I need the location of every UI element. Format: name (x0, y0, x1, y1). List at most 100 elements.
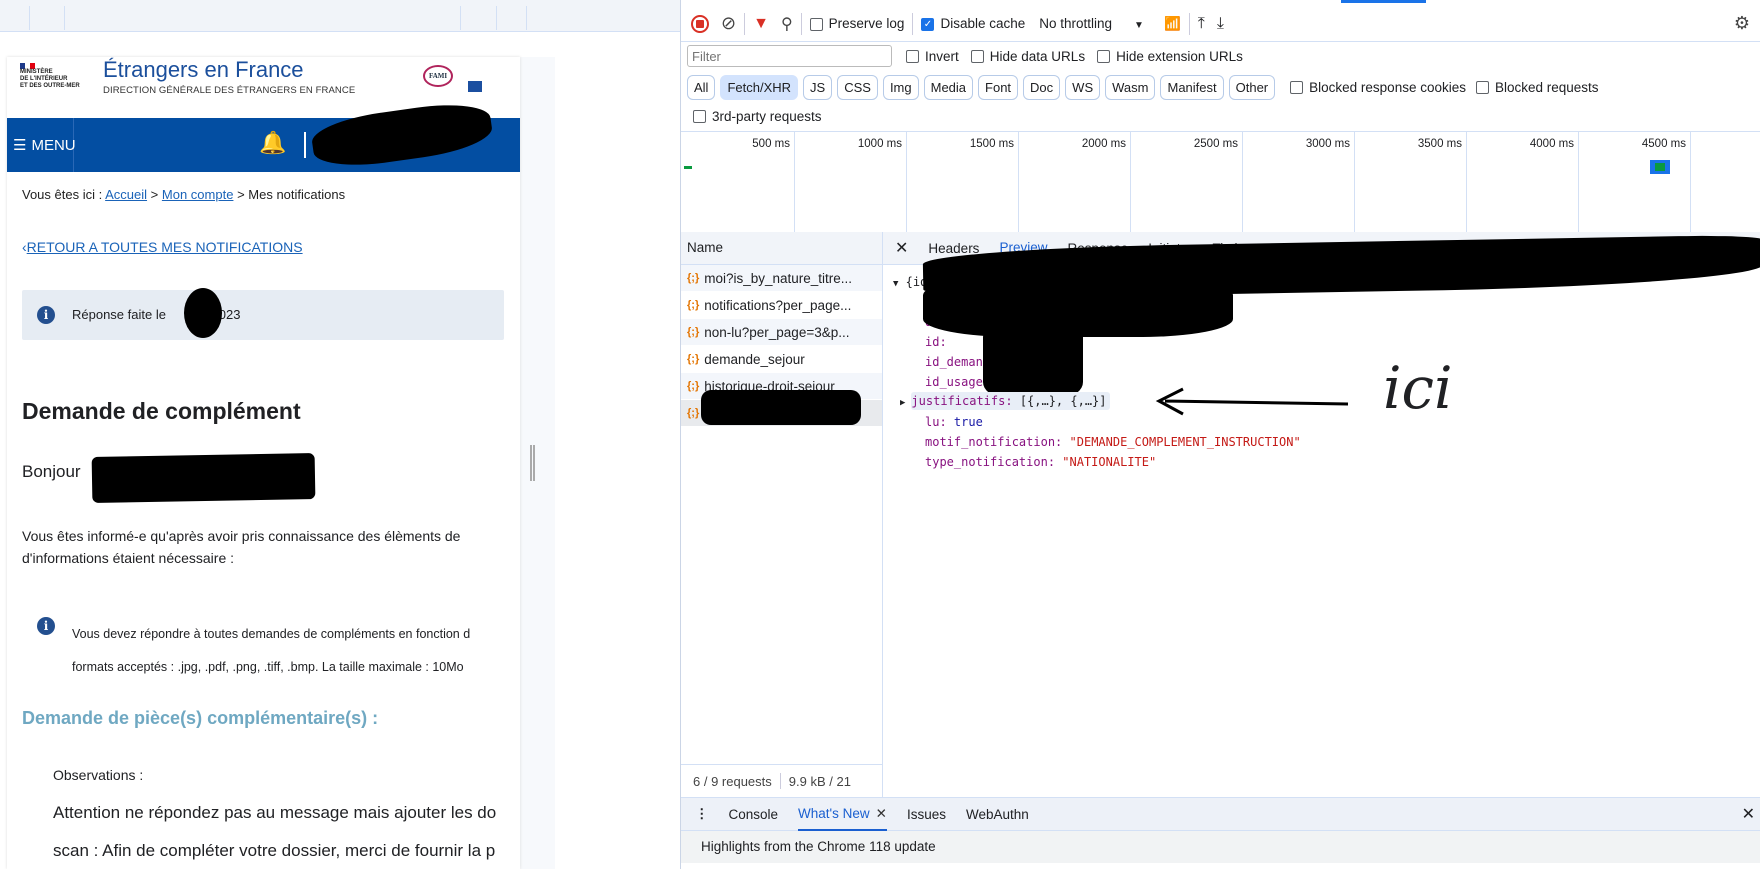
request-count: 6 / 9 requests (693, 773, 772, 789)
intro-line: d'informations étaient nécessaire : (22, 550, 235, 566)
drawer-tab-3[interactable]: WebAuthn (966, 807, 1029, 822)
breadcrumb-sep: > (237, 187, 245, 202)
hamburger-icon: ☰ (13, 137, 27, 154)
divider (304, 132, 306, 158)
network-timeline[interactable]: 500 ms 1000 ms 1500 ms 2000 ms 2500 ms 3000 m… (681, 131, 1760, 233)
checkbox[interactable] (1290, 81, 1304, 95)
json-key: lu: (925, 415, 947, 429)
site-title[interactable]: Étrangers en France (103, 57, 304, 83)
drawer-tab-2[interactable]: Issues (907, 807, 946, 822)
name-column-header[interactable]: Name (681, 232, 882, 265)
check-label: Blocked requests (1494, 79, 1599, 95)
throttling-value: No throttling (1039, 16, 1113, 31)
type-filter-css[interactable]: CSS (837, 74, 878, 100)
format-info: Vous devez répondre à toutes demandes de… (72, 618, 470, 684)
expand-triangle-icon[interactable]: ▶ (900, 398, 905, 408)
third-party-checkbox[interactable]: 3rd-party requests (681, 106, 1760, 126)
timeline-tick: 3500 ms (1355, 132, 1467, 233)
type-check-1[interactable]: Blocked requests (1475, 79, 1599, 95)
subheading: Demande de pièce(s) complémentaire(s) : (22, 708, 379, 728)
export-har-icon[interactable]: ⤓ (1217, 15, 1224, 33)
type-filter-font[interactable]: Font (978, 74, 1019, 100)
import-har-icon[interactable]: ⤒ (1198, 15, 1205, 33)
close-drawer-icon[interactable]: ✕ (1742, 804, 1755, 824)
ministry-line: ET DES OUTRE-MER (20, 83, 80, 89)
drawer-tab-label: WebAuthn (965, 806, 1029, 822)
info-icon: i (37, 306, 55, 324)
timeline-tick: 4500 ms (1579, 132, 1691, 233)
network-conditions-icon[interactable]: 📶 (1164, 16, 1181, 32)
handwritten-annotation: ici (1383, 354, 1453, 422)
timeline-tick: 1000 ms (795, 132, 907, 233)
type-filter-ws[interactable]: WS (1065, 74, 1101, 100)
type-filter-row: All Fetch/XHR JS CSS Img Media Font Doc WS Wasm Ma… (681, 74, 1760, 100)
intro-line: Vous êtes informé-e qu'après avoir pris … (22, 528, 461, 544)
breadcrumb-mon-compte[interactable]: Mon compte (162, 187, 234, 202)
check-label: Hide data URLs (989, 48, 1086, 64)
resize-handle[interactable] (530, 445, 535, 481)
request-row[interactable]: {;} moi?is_by_nature_titre... (681, 265, 882, 292)
type-check-0[interactable]: Blocked response cookies (1290, 80, 1466, 95)
check-label: Invert (925, 48, 959, 64)
menu-label: MENU (31, 136, 76, 154)
type-filter-doc[interactable]: Doc (1023, 74, 1061, 100)
redaction (91, 453, 316, 503)
request-row[interactable]: {;} demande_sejour (681, 346, 882, 373)
type-filter-all[interactable]: All (687, 74, 716, 100)
drawer-tab-1[interactable]: What's New ✕ (798, 798, 887, 831)
more-options-icon[interactable]: ⋮ (695, 806, 709, 822)
request-row[interactable]: {;} notifications?per_page... (681, 292, 882, 319)
request-name: moi?is_by_nature_titre... (704, 270, 853, 286)
tab-headers[interactable]: Headers (928, 241, 979, 256)
timeline-tick: 500 ms (683, 132, 795, 233)
filter-input[interactable] (687, 45, 892, 67)
json-file-icon: {;} (687, 407, 700, 419)
obs-line: Attention ne répondez pas au message mai… (53, 803, 497, 822)
json-key: motif_notification: (925, 435, 1063, 449)
disable-cache-checkbox[interactable]: ✓ Disable cache (921, 16, 1025, 31)
close-tab-icon[interactable]: ✕ (876, 806, 887, 821)
gear-icon[interactable]: ⚙ (1734, 13, 1750, 34)
info-line: Vous devez répondre à toutes demandes de… (72, 627, 471, 641)
redaction (184, 288, 222, 338)
expand-triangle-icon[interactable]: ▼ (893, 279, 898, 289)
drawer-tab-label: Issues (906, 806, 946, 822)
type-filter-manifest[interactable]: Manifest (1160, 74, 1224, 100)
justificatifs-node[interactable]: ▶ justificatifs: [{,…}, {,…}] (900, 392, 1110, 410)
record-stop-icon[interactable] (691, 14, 709, 33)
chevron-down-icon: ▼ (1134, 20, 1144, 31)
breadcrumb-accueil[interactable]: Accueil (105, 187, 147, 202)
json-value: [{,…}, {,…}] (1019, 394, 1107, 408)
type-filter-fetchxhr[interactable]: Fetch/XHR (720, 74, 799, 100)
request-row[interactable]: {;} non-lu?per_page=3&p... (681, 319, 882, 346)
bell-icon[interactable]: 🔔 (259, 130, 286, 156)
json-value: "DEMANDE_COMPLEMENT_INSTRUCTION" (1069, 435, 1301, 449)
type-filter-other[interactable]: Other (1228, 74, 1276, 100)
info-line: formats acceptés : .jpg, .pdf, .png, .ti… (72, 660, 464, 674)
reply-info-box: i Réponse faite le 2023 (22, 288, 504, 340)
close-icon[interactable]: ✕ (895, 238, 908, 258)
page-heading: Demande de complément (22, 398, 301, 424)
redaction (701, 390, 861, 425)
search-icon[interactable]: ⚲ (781, 14, 793, 34)
info-icon: i (37, 617, 55, 635)
active-panel-indicator (1341, 0, 1426, 3)
type-filter-media[interactable]: Media (923, 74, 974, 100)
breadcrumb-prefix: Vous êtes ici : (22, 187, 103, 202)
back-link[interactable]: ‹RETOUR A TOUTES MES NOTIFICATIONS (22, 239, 303, 255)
hide-extension-urls-checkbox[interactable]: Hide extension URLs (1097, 49, 1243, 64)
filter-icon[interactable]: ▼ (753, 15, 769, 33)
drawer-tab-0[interactable]: Console (729, 807, 779, 822)
menu-button[interactable]: ☰ MENU (7, 118, 76, 172)
preserve-log-checkbox[interactable]: Preserve log (809, 16, 904, 31)
throttling-select[interactable]: No throttling ▼ (1039, 16, 1144, 31)
network-toolbar: ⊘ ▼ ⚲ Preserve log ✓ Disable cache No thr… (681, 6, 1760, 42)
type-filter-js[interactable]: JS (803, 74, 833, 100)
invert-checkbox[interactable]: Invert (906, 49, 959, 64)
hide-data-urls-checkbox[interactable]: Hide data URLs (970, 48, 1086, 64)
type-filter-img[interactable]: Img (882, 74, 919, 100)
clear-icon[interactable]: ⊘ (721, 13, 736, 34)
type-filter-wasm[interactable]: Wasm (1105, 74, 1156, 100)
request-name: non-lu?per_page=3&p... (704, 324, 850, 340)
checkbox[interactable] (1475, 81, 1489, 95)
